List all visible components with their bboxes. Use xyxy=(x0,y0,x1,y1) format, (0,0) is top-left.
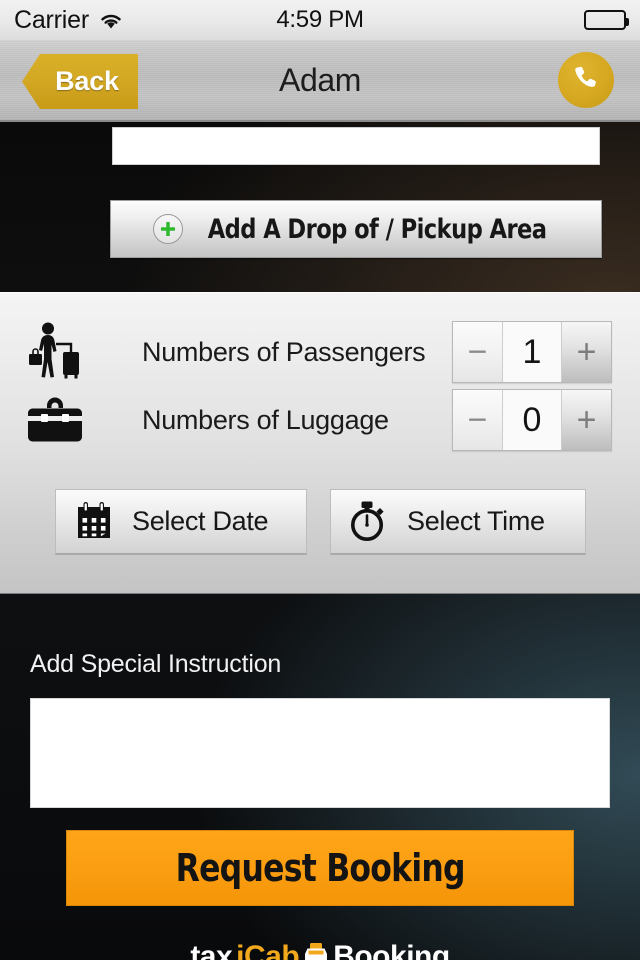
navigation-bar: Back Adam xyxy=(0,40,640,122)
luggage-row: Numbers of Luggage − 0 + xyxy=(0,379,640,461)
request-booking-label: Request Booking xyxy=(175,846,465,890)
luggage-increment-button[interactable]: + xyxy=(561,390,611,450)
clock-label: 4:59 PM xyxy=(276,6,364,33)
add-drop-pickup-area-label: Add A Drop of / Pickup Area xyxy=(207,213,547,245)
passenger-luggage-panel: Numbers of Passengers − 1 + Numbers of L… xyxy=(0,292,640,594)
address-input[interactable] xyxy=(112,127,600,165)
select-date-button[interactable]: Select Date xyxy=(55,489,307,555)
battery-icon xyxy=(584,10,629,30)
briefcase-icon xyxy=(0,396,110,444)
select-time-label: Select Time xyxy=(407,506,545,536)
logo-text-left: tax xyxy=(190,942,233,960)
app-screen: Carrier 4:59 PM Back Adam Add A Drop of … xyxy=(0,0,640,960)
logo-text-accent: iCab xyxy=(236,942,300,960)
calendar-icon xyxy=(56,500,132,544)
back-button[interactable]: Back xyxy=(22,54,138,109)
select-date-label: Select Date xyxy=(132,506,269,536)
app-logo: tax iCab Booking xyxy=(0,942,640,960)
select-time-button[interactable]: Select Time xyxy=(330,489,586,555)
back-button-label: Back xyxy=(55,66,119,96)
plus-icon: + xyxy=(576,333,597,371)
call-button[interactable] xyxy=(558,52,614,108)
luggage-decrement-button[interactable]: − xyxy=(453,390,503,450)
luggage-stepper[interactable]: − 0 + xyxy=(452,389,612,451)
luggage-value: 0 xyxy=(503,390,561,450)
request-booking-button[interactable]: Request Booking xyxy=(66,830,574,906)
plus-icon: + xyxy=(576,401,597,439)
taxi-icon xyxy=(303,942,329,960)
status-bar: Carrier 4:59 PM xyxy=(0,0,640,40)
passengers-value: 1 xyxy=(503,322,561,382)
passengers-stepper[interactable]: − 1 + xyxy=(452,321,612,383)
passengers-increment-button[interactable]: + xyxy=(561,322,611,382)
traveler-with-luggage-icon xyxy=(0,321,110,383)
minus-icon: − xyxy=(467,333,488,371)
scroll-content[interactable]: Add A Drop of / Pickup Area Numbers of P… xyxy=(0,122,640,960)
logo-text-right: Booking xyxy=(333,942,450,960)
stopwatch-icon xyxy=(331,499,407,545)
phone-icon xyxy=(571,63,601,98)
plus-circle-icon xyxy=(152,214,183,244)
passengers-decrement-button[interactable]: − xyxy=(453,322,503,382)
add-drop-pickup-area-button[interactable]: Add A Drop of / Pickup Area xyxy=(110,200,602,258)
minus-icon: − xyxy=(467,401,488,439)
special-instruction-label: Add Special Instruction xyxy=(30,650,282,678)
status-bar-right xyxy=(584,10,629,30)
special-instruction-input[interactable] xyxy=(30,698,610,808)
